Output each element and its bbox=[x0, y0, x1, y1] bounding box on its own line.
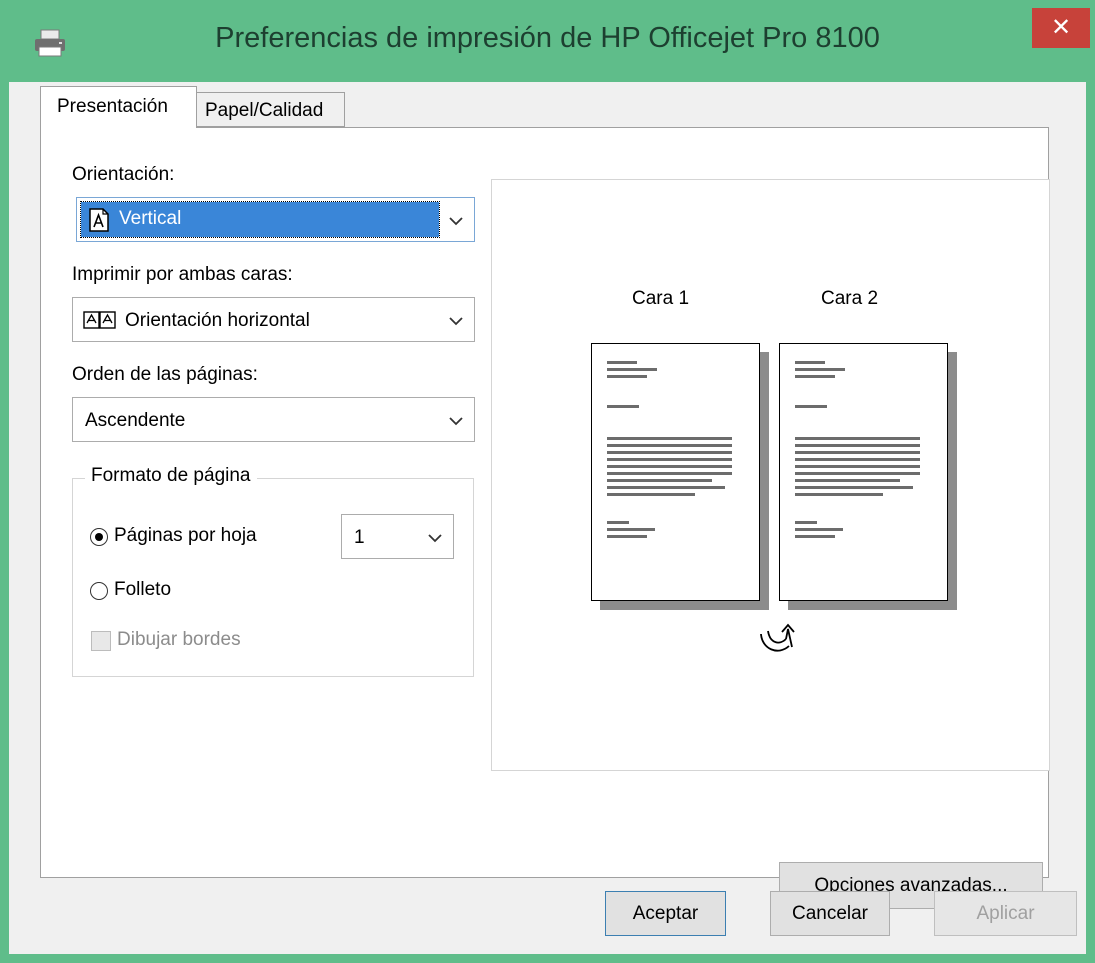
pages-per-sheet-value: 1 bbox=[354, 527, 365, 548]
draw-borders-label: Dibujar bordes bbox=[117, 629, 241, 650]
duplex-value: Orientación horizontal bbox=[125, 310, 310, 331]
pages-per-sheet-label[interactable]: Páginas por hoja bbox=[114, 525, 257, 547]
pages-per-sheet-radio[interactable] bbox=[90, 528, 108, 546]
ok-button[interactable]: Aceptar bbox=[605, 891, 726, 936]
layout-preview: Cara 1 Cara 2 bbox=[491, 179, 1050, 771]
flip-arrow-icon bbox=[760, 623, 795, 652]
side2-page bbox=[779, 343, 948, 601]
booklet-label[interactable]: Folleto bbox=[114, 579, 171, 601]
apply-button[interactable]: Aplicar bbox=[934, 891, 1077, 936]
window-title: Preferencias de impresión de HP Officeje… bbox=[215, 22, 880, 54]
portrait-page-icon bbox=[89, 208, 109, 232]
tab-papel-calidad[interactable]: Papel/Calidad bbox=[196, 92, 345, 127]
page-format-title: Formato de página bbox=[85, 465, 257, 487]
side1-label: Cara 1 bbox=[632, 288, 690, 309]
tab-panel: Orientación: Vertical Imprimir por ambas… bbox=[40, 127, 1050, 909]
side2-label: Cara 2 bbox=[821, 288, 879, 309]
chevron-down-icon bbox=[449, 217, 463, 226]
side1-page bbox=[591, 343, 760, 601]
flip-long-edge-icon bbox=[83, 311, 116, 329]
page-order-label: Orden de las páginas: bbox=[72, 364, 258, 385]
chevron-down-icon bbox=[449, 417, 463, 426]
close-button[interactable]: ✕ bbox=[1032, 8, 1090, 48]
radio-selected-dot bbox=[95, 533, 103, 541]
tab-presentacion[interactable]: Presentación bbox=[40, 86, 197, 128]
page-order-select[interactable]: Ascendente bbox=[72, 397, 475, 442]
page-order-value: Ascendente bbox=[85, 410, 186, 431]
close-icon: ✕ bbox=[1050, 14, 1072, 41]
cancel-button[interactable]: Cancelar bbox=[770, 891, 890, 936]
pages-per-sheet-select[interactable]: 1 bbox=[341, 514, 454, 559]
print-preferences-window: Preferencias de impresión de HP Officeje… bbox=[0, 0, 1095, 963]
orientation-value: Vertical bbox=[119, 208, 182, 229]
orientation-select[interactable]: Vertical bbox=[76, 197, 475, 242]
duplex-label: Imprimir por ambas caras: bbox=[72, 264, 293, 285]
duplex-select[interactable]: Orientación horizontal bbox=[72, 297, 475, 342]
chevron-down-icon bbox=[428, 534, 442, 543]
draw-borders-checkbox[interactable] bbox=[91, 631, 111, 651]
orientation-label: Orientación: bbox=[72, 164, 175, 185]
chevron-down-icon bbox=[449, 317, 463, 326]
dialog-client-area: Presentación Papel/Calidad Orientación: … bbox=[9, 82, 1086, 954]
title-bar[interactable]: Preferencias de impresión de HP Officeje… bbox=[0, 0, 1095, 82]
booklet-radio[interactable] bbox=[90, 582, 108, 600]
